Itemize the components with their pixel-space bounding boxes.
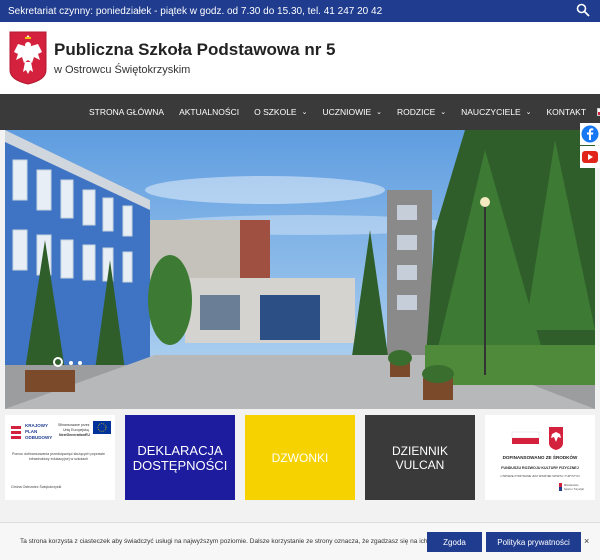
ministry-logo-icon (559, 483, 562, 491)
kpo-logo-icon (11, 426, 21, 439)
slider-dot[interactable] (78, 361, 82, 365)
cookie-message: Ta strona korzysta z ciasteczek aby świa… (20, 538, 450, 545)
chevron-down-icon: ⌄ (440, 109, 447, 116)
slider-dot-active[interactable] (53, 357, 63, 367)
close-icon[interactable]: × (584, 536, 589, 546)
svg-text:FUNDUSZU ROZWOJU KULTURY FIZYC: FUNDUSZU ROZWOJU KULTURY FIZYCZNEJ (501, 466, 578, 470)
facebook-link[interactable] (580, 123, 600, 145)
svg-text:KRAJOWY: KRAJOWY (25, 423, 48, 428)
svg-text:UTWORZE OTRZYMANIE JEST MINIST: UTWORZE OTRZYMANIE JEST MINISTER SPORTU … (500, 474, 579, 478)
site-header: Publiczna Szkoła Podstawowa nr 5 w Ostro… (0, 22, 600, 94)
svg-text:NextGenerationEU: NextGenerationEU (59, 433, 90, 437)
school-name[interactable]: Publiczna Szkoła Podstawowa nr 5 (54, 40, 336, 60)
svg-text:Sfinansowane przez: Sfinansowane przez (58, 423, 90, 427)
nav-item-home[interactable]: STRONA GŁÓWNA (89, 107, 164, 117)
krajowy-plan-odbudowy-banner[interactable]: KRAJOWY PLAN ODBUDOWY Sfinansowane przez… (5, 415, 115, 500)
tile-label-line2: DOSTĘPNOŚCI (132, 457, 228, 473)
kpo-description: Pomoc dofinansowania przedsięwzięć służą… (11, 452, 106, 461)
chevron-down-icon: ⌄ (376, 109, 382, 116)
svg-text:Gmina Ostrowiec Świętokrzyski: Gmina Ostrowiec Świętokrzyski (11, 484, 62, 489)
chevron-down-icon: ⌄ (301, 109, 308, 116)
nav-item-contact[interactable]: KONTAKT (547, 107, 587, 117)
nav-item-parents[interactable]: RODZICE ⌄ (397, 107, 446, 117)
facebook-icon (581, 125, 599, 143)
bell-schedule-tile[interactable]: DZWONKI (245, 415, 355, 500)
svg-text:Sportu i Turystyki: Sportu i Turystyki (564, 487, 584, 491)
school-building-photo (5, 130, 595, 409)
nav-item-about-school[interactable]: O SZKOLE ⌄ (254, 107, 307, 117)
cookie-consent-bar: Ta strona korzysta z ciasteczek aby świa… (0, 522, 600, 560)
slider-dot[interactable] (69, 361, 73, 365)
search-icon[interactable] (576, 3, 590, 17)
tile-label: DZWONKI (271, 450, 329, 465)
e-gradebook-vulcan-tile[interactable]: DZIENNIK VULCAN (365, 415, 475, 500)
tile-label-line1: DEKLARACJA (137, 442, 223, 458)
chevron-down-icon: ⌄ (525, 109, 532, 116)
polish-eagle-emblem[interactable] (8, 30, 48, 86)
svg-text:Ministerstwo: Ministerstwo (564, 483, 579, 487)
quick-links-section: KRAJOWY PLAN ODBUDOWY Sfinansowane przez… (0, 409, 600, 522)
accessibility-declaration-tile[interactable]: DEKLARACJA DOSTĘPNOŚCI (125, 415, 235, 500)
youtube-icon (582, 151, 598, 163)
svg-text:PLAN: PLAN (25, 429, 37, 434)
tile-label-line1: DZIENNIK (391, 443, 448, 458)
svg-text:DOFINANSOWANO ZE ŚRODKÓW: DOFINANSOWANO ZE ŚRODKÓW (503, 453, 578, 460)
privacy-policy-button[interactable]: Polityka prywatności (486, 532, 581, 552)
hero-slider[interactable] (5, 130, 595, 409)
tile-label-line2: VULCAN (395, 457, 445, 472)
nav-item-teachers[interactable]: NAUCZYCIELE ⌄ (461, 107, 531, 117)
school-location: w Ostrowcu Świętokrzyskim (54, 64, 191, 76)
nav-item-news[interactable]: AKTUALNOŚCI (179, 107, 239, 117)
office-hours-text: Sekretariat czynny: poniedziałek - piąte… (8, 5, 383, 17)
main-navigation: STRONA GŁÓWNA AKTUALNOŚCI O SZKOLE ⌄ UCZN… (0, 94, 600, 130)
cookie-agree-button[interactable]: Zgoda (427, 532, 482, 552)
svg-text:ODBUDOWY: ODBUDOWY (25, 435, 52, 440)
eu-flag-icon (93, 421, 111, 434)
polish-eagle-emblem (549, 427, 563, 450)
svg-text:Unię Europejską: Unię Europejską (63, 428, 89, 432)
top-info-bar: Sekretariat czynny: poniedziałek - piąte… (0, 0, 600, 22)
poland-flag-icon (511, 431, 540, 439)
nav-item-students[interactable]: UCZNIOWIE ⌄ (322, 107, 382, 117)
funding-info-banner[interactable]: DOFINANSOWANO ZE ŚRODKÓW FUNDUSZU ROZWOJ… (485, 415, 595, 500)
youtube-link[interactable] (580, 146, 600, 168)
